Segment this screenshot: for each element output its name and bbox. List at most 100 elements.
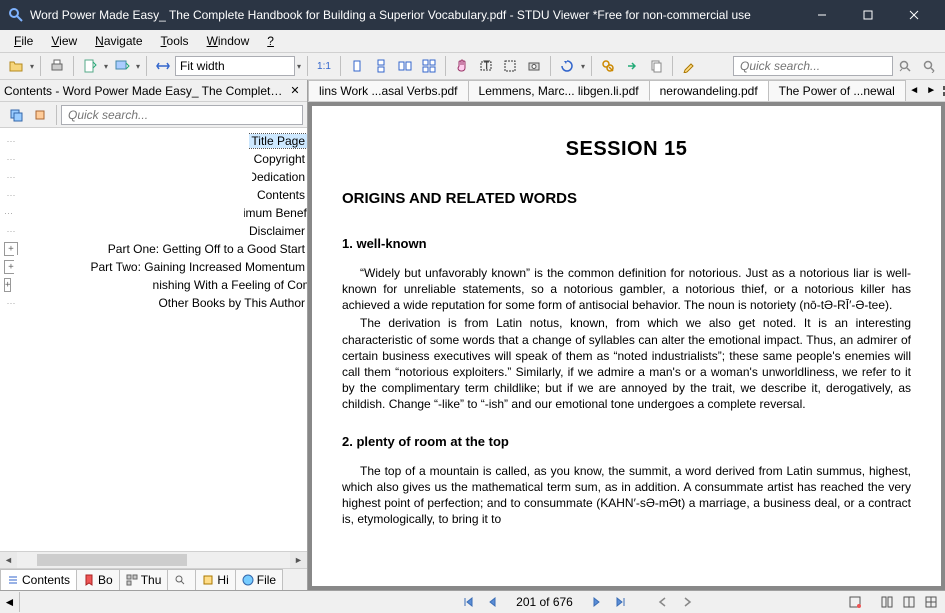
section-2-head: 2. plenty of room at the top <box>342 433 911 451</box>
menu-window[interactable]: Window <box>199 32 258 50</box>
tab-thumbnails[interactable]: Thu <box>119 569 169 590</box>
contents-search-input[interactable] <box>61 105 303 125</box>
side-panel: Contents - Word Power Made Easy_ The Com… <box>0 80 308 590</box>
doc-tab[interactable]: The Power of ...newal <box>768 80 906 101</box>
maximize-button[interactable] <box>845 0 891 30</box>
export-image-button[interactable] <box>111 55 133 77</box>
print-button[interactable] <box>46 55 68 77</box>
copy-button[interactable] <box>645 55 667 77</box>
select-region-button[interactable] <box>499 55 521 77</box>
tree-item-label: Part One: Getting Off to a Good Start <box>106 242 307 256</box>
doc-tab[interactable]: lins Work ...asal Verbs.pdf <box>308 80 469 101</box>
tab-scroll-left[interactable]: ◄ <box>907 83 922 98</box>
hscroll-left[interactable]: ◄ <box>0 552 17 568</box>
zoom-dropdown[interactable]: ▾ <box>295 62 303 71</box>
fullscreen-button[interactable] <box>845 592 865 612</box>
tree-branch-icon: ⋯ <box>4 136 18 147</box>
tree-item-label: Disclaimer <box>247 224 307 238</box>
tab-grid-button[interactable] <box>941 83 945 98</box>
tree-item-label: Part Two: Gaining Increased Momentum <box>88 260 307 274</box>
last-page-button[interactable] <box>611 592 631 612</box>
zoom-input[interactable] <box>175 56 295 76</box>
expand-all-button[interactable] <box>5 104 27 126</box>
prev-page-button[interactable] <box>482 592 502 612</box>
menu-tools[interactable]: Tools <box>153 32 197 50</box>
select-text-button[interactable]: T <box>475 55 497 77</box>
tree-branch-icon: ⋯ <box>4 208 13 219</box>
next-page-button[interactable] <box>587 592 607 612</box>
export-image-dropdown[interactable]: ▾ <box>134 62 142 71</box>
expand-icon[interactable]: + <box>4 278 11 292</box>
single-page-button[interactable] <box>346 55 368 77</box>
title-bar: Word Power Made Easy_ The Complete Handb… <box>0 0 945 30</box>
side-panel-title: Contents - Word Power Made Easy_ The Com… <box>4 84 287 98</box>
section-1-para-1: “Widely but unfavorably known” is the co… <box>342 265 911 314</box>
status-bar: ◄ 201 of 676 <box>0 591 945 613</box>
tree-item-label: Other Books by This Author <box>156 296 307 310</box>
side-panel-hscroll[interactable]: ◄ ► <box>0 551 307 568</box>
menu-file[interactable]: File <box>6 32 41 50</box>
layout-3-button[interactable] <box>921 592 941 612</box>
doc-tab[interactable]: nerowandeling.pdf <box>649 80 769 101</box>
find-next-button[interactable] <box>621 55 643 77</box>
export-text-button[interactable] <box>79 55 101 77</box>
search-next-button[interactable] <box>918 55 940 77</box>
minimize-button[interactable] <box>799 0 845 30</box>
rotate-dropdown[interactable]: ▾ <box>579 62 587 71</box>
open-dropdown[interactable]: ▾ <box>28 62 36 71</box>
tab-files[interactable]: File <box>235 569 283 590</box>
first-page-button[interactable] <box>458 592 478 612</box>
side-panel-close-button[interactable]: ✕ <box>287 83 303 99</box>
close-button[interactable] <box>891 0 937 30</box>
layout-2-button[interactable] <box>899 592 919 612</box>
tree-item-label: Copyright <box>252 152 307 166</box>
open-button[interactable] <box>5 55 27 77</box>
tree-branch-icon: ⋯ <box>4 298 18 309</box>
tab-highlights[interactable]: Hi <box>195 569 235 590</box>
nav-back-button[interactable] <box>653 592 673 612</box>
side-panel-toolbar <box>0 102 307 128</box>
section-1-head: 1. well-known <box>342 235 911 253</box>
find-button[interactable] <box>597 55 619 77</box>
hscroll-right[interactable]: ► <box>290 552 307 568</box>
expand-icon[interactable]: + <box>4 242 18 256</box>
contents-tree[interactable]: ⋯Title Page⋯Copyright⋯Dedication⋯Content… <box>0 128 307 551</box>
actual-size-button[interactable]: 1:1 <box>313 55 335 77</box>
tree-item-label: Contents <box>255 188 307 202</box>
doc-tab[interactable]: Lemmens, Marc... libgen.li.pdf <box>468 80 650 101</box>
tab-bookmarks[interactable]: Bo <box>76 569 120 590</box>
zoom-control: ▾ <box>151 55 303 77</box>
tab-contents[interactable]: Contents <box>0 569 77 590</box>
facing-button[interactable] <box>394 55 416 77</box>
menu-help[interactable]: ? <box>259 32 282 50</box>
tree-item-label: Dedication <box>246 170 307 184</box>
document-tabs: lins Work ...asal Verbs.pdf Lemmens, Mar… <box>308 80 945 102</box>
tree-item[interactable]: ⋯ Other Books by This Author <box>0 294 307 312</box>
tab-search[interactable] <box>167 569 196 590</box>
search-prev-button[interactable] <box>894 55 916 77</box>
tab-scroll-right[interactable]: ► <box>924 83 939 98</box>
page-navigator: 201 of 676 <box>458 592 697 612</box>
session-title: SESSION 15 <box>342 136 911 163</box>
side-panel-header: Contents - Word Power Made Easy_ The Com… <box>0 80 307 102</box>
snapshot-button[interactable] <box>523 55 545 77</box>
hand-tool-button[interactable] <box>451 55 473 77</box>
document-viewport[interactable]: SESSION 15 ORIGINS AND RELATED WORDS 1. … <box>308 102 945 590</box>
facing-continuous-button[interactable] <box>418 55 440 77</box>
menu-view[interactable]: View <box>43 32 85 50</box>
quick-search-input[interactable] <box>733 56 893 76</box>
document-area: lins Work ...asal Verbs.pdf Lemmens, Mar… <box>308 80 945 590</box>
continuous-button[interactable] <box>370 55 392 77</box>
scroll-left-button[interactable]: ◄ <box>0 592 20 612</box>
nav-forward-button[interactable] <box>677 592 697 612</box>
rotate-button[interactable] <box>556 55 578 77</box>
layout-1-button[interactable] <box>877 592 897 612</box>
menu-navigate[interactable]: Navigate <box>87 32 150 50</box>
export-dropdown[interactable]: ▾ <box>102 62 110 71</box>
document-page: SESSION 15 ORIGINS AND RELATED WORDS 1. … <box>312 106 941 586</box>
side-panel-tabs: Contents Bo Thu Hi File <box>0 568 307 590</box>
highlight-button[interactable] <box>678 55 700 77</box>
collapse-all-button[interactable] <box>29 104 51 126</box>
app-icon <box>8 7 24 23</box>
zoom-mode-icon[interactable] <box>152 55 174 77</box>
